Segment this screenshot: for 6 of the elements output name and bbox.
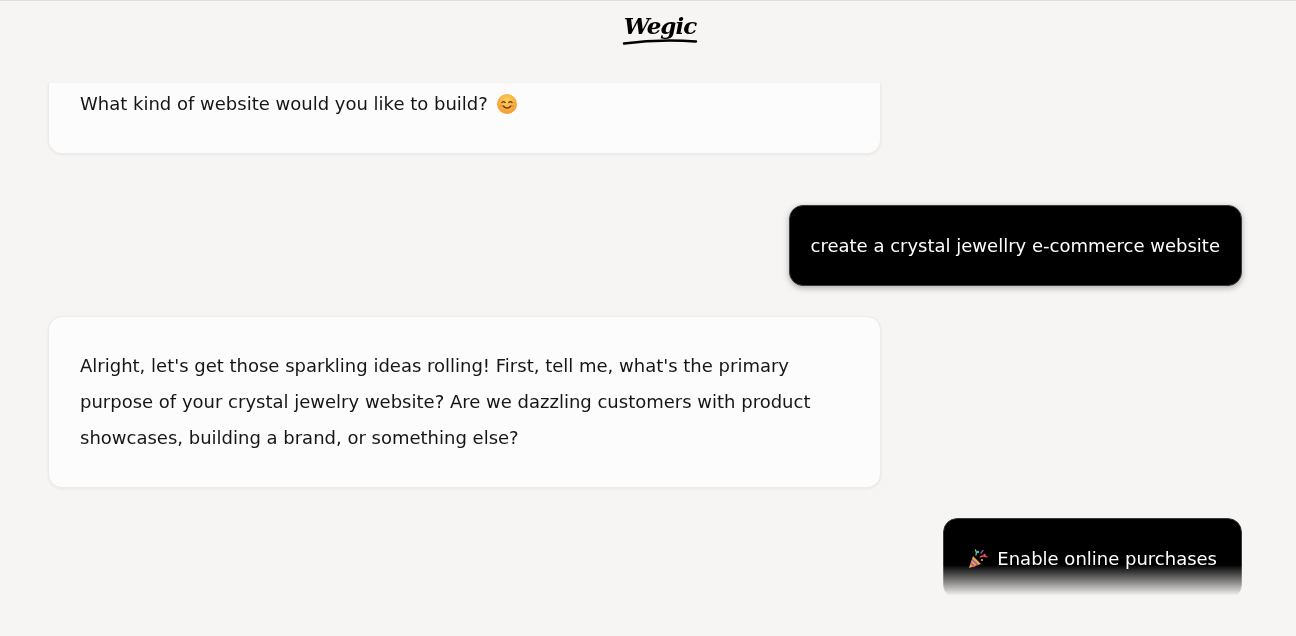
message-text: Alright, let's get those sparkling ideas rolling! First, tell me, what's the primary purpose of your crystal jewelry website? Are we dazzling customers with product showcases, building a brand, or something else? [80, 355, 811, 448]
user-message: create a crystal jewellry e-commerce website [788, 205, 1242, 286]
swoosh-icon [622, 38, 698, 45]
party-popper-icon [968, 548, 989, 569]
logo-text: Wegic [623, 12, 697, 40]
message-text: What kind of website would you like to build? [80, 93, 488, 114]
